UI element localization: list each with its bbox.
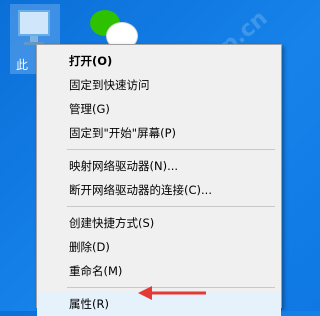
menu-separator	[67, 206, 275, 207]
menu-item-open[interactable]: 打开(O)	[37, 49, 281, 73]
menu-item-delete[interactable]: 删除(D)	[37, 235, 281, 259]
menu-item-rename[interactable]: 重命名(M)	[37, 259, 281, 283]
menu-item-create-shortcut[interactable]: 创建快捷方式(S)	[37, 211, 281, 235]
this-pc-label: 此	[16, 58, 29, 72]
menu-item-pin-quick-access[interactable]: 固定到快速访问	[37, 73, 281, 97]
menu-item-pin-start[interactable]: 固定到"开始"屏幕(P)	[37, 121, 281, 145]
context-menu: 打开(O) 固定到快速访问 管理(G) 固定到"开始"屏幕(P) 映射网络驱动器…	[36, 44, 282, 316]
menu-separator	[67, 149, 275, 150]
menu-item-manage[interactable]: 管理(G)	[37, 97, 281, 121]
monitor-icon	[18, 10, 50, 36]
menu-item-map-network-drive[interactable]: 映射网络驱动器(N)...	[37, 154, 281, 178]
menu-item-disconnect-network-drive[interactable]: 断开网络驱动器的连接(C)...	[37, 178, 281, 202]
red-arrow-annotation	[138, 286, 206, 300]
